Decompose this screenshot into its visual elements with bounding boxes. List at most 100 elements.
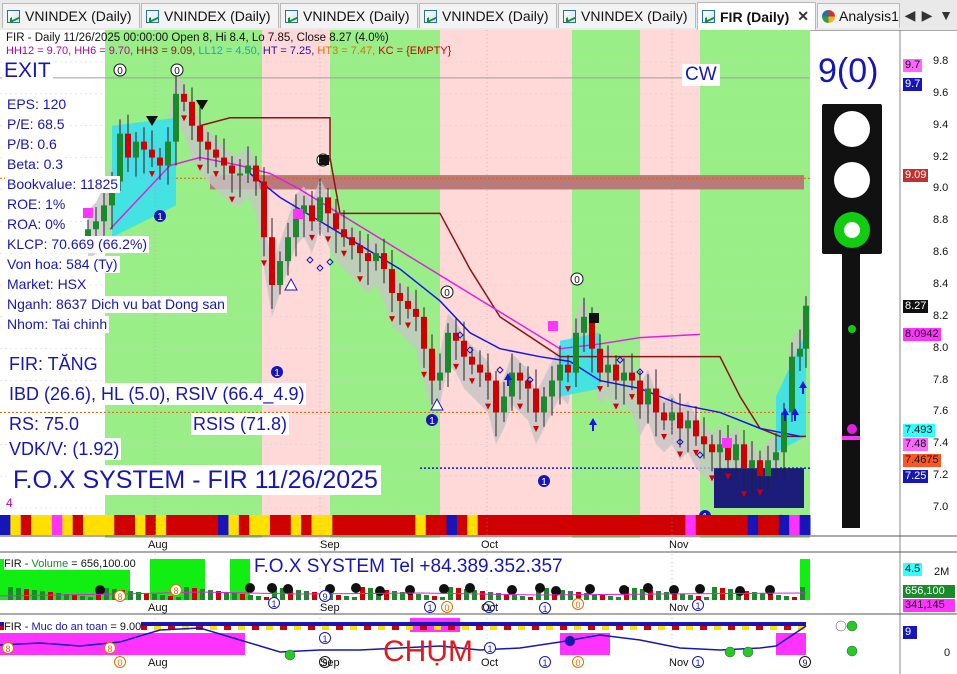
candle-body [149, 149, 155, 158]
strength-strip-cell [51, 515, 63, 535]
candle-body [549, 380, 555, 397]
strength-strip-cell [778, 515, 790, 535]
strength-strip-cell [0, 515, 11, 535]
volume-dot [351, 583, 361, 593]
fundamental-item: P/B: 0.6 [5, 136, 59, 153]
x-label-aug: Aug [148, 539, 168, 551]
candle-body [525, 380, 531, 389]
candle-body [709, 444, 715, 453]
volume-bar [264, 597, 269, 600]
safety-strip-cell [490, 626, 497, 630]
candle-body [573, 332, 579, 373]
volume-bar [168, 596, 173, 600]
safety-strip-cell [756, 626, 763, 630]
strength-strip-cell [114, 515, 126, 535]
candle-body [357, 245, 363, 254]
safety-strip-cell [224, 626, 231, 630]
strength-strip-cell [456, 515, 468, 535]
candle-body [757, 460, 763, 477]
volume-bar [312, 592, 317, 600]
traffic-light-bottom-core [844, 222, 860, 238]
fox-system-title: F.O.X SYSTEM - FIR 11/26/2025 [10, 465, 381, 495]
volume-bar [440, 597, 445, 600]
volume-dot [95, 585, 105, 595]
fox-system-tel: F.O.X SYSTEM Tel +84.389.352.357 [252, 556, 565, 578]
strength-strip-cell [654, 515, 666, 535]
candle-body [309, 205, 315, 222]
safety-magenta-block [230, 633, 245, 655]
volume-title-value: = 656,100.00 [68, 558, 136, 570]
candle-body [645, 388, 651, 405]
volume-bar [8, 587, 13, 600]
safety-marker-text: 1 [487, 644, 492, 654]
safety-marker-text: 1 [695, 658, 700, 668]
volume-dot [695, 584, 705, 594]
strength-strip-cell [581, 515, 593, 535]
strength-strip-cell [446, 515, 458, 535]
safety-strip-cell [770, 626, 777, 630]
volume-bar [72, 595, 77, 600]
signal-marker-text: 1 [541, 477, 547, 488]
candle-body [101, 205, 107, 222]
safety-tag: 9 [903, 626, 917, 639]
candle-body [157, 157, 163, 166]
strength-strip-cell [737, 515, 749, 535]
candle-body [613, 364, 619, 381]
pole-dot-magenta [847, 424, 857, 434]
rs-label: RS: 75.0 [7, 413, 82, 435]
price-axis-label: 9.6 [933, 86, 949, 99]
safety-strip-cell [308, 626, 315, 630]
volume-bar [48, 592, 53, 600]
volume-bar [656, 591, 661, 600]
strength-strip-cell [124, 515, 136, 535]
fundamental-item: Beta: 0.3 [5, 156, 66, 173]
safety-dot [742, 646, 754, 658]
volume-bar [160, 595, 165, 600]
strength-strip-cell [72, 515, 84, 535]
strength-strip-cell [332, 515, 344, 535]
volume-bar [24, 589, 29, 600]
candle-body [701, 436, 707, 445]
volume-bar [568, 591, 573, 600]
strength-strip-cell [706, 515, 718, 535]
volume-bar [80, 596, 85, 600]
volume-avg-tag: 341,145 [903, 599, 955, 612]
candle-body [381, 253, 387, 270]
candle-body [141, 141, 147, 150]
signal-marker-text: 0 [444, 288, 450, 299]
volume-dot [283, 584, 293, 594]
x-label-nov: Nov [669, 539, 689, 551]
safety-strip-cell [742, 626, 749, 630]
candle-body [581, 316, 587, 333]
volume-dot [439, 584, 449, 594]
pole-bar [842, 436, 860, 440]
volume-bar [512, 595, 517, 600]
safety-strip-cell [476, 626, 483, 630]
safety-strip-cell [434, 626, 441, 630]
safety-strip-cell [406, 626, 413, 630]
candle-body [693, 420, 699, 437]
volume-bar [248, 595, 253, 600]
safety-marker-text: 8 [107, 644, 112, 654]
level-item: HT3 = 7.47, [317, 45, 379, 57]
safe-x-label-nov: Nov [669, 657, 689, 669]
strength-strip-cell [591, 515, 603, 535]
vol-x-label-oct: Oct [481, 602, 499, 614]
safety-dot [846, 620, 858, 632]
safety-strip-cell [364, 626, 371, 630]
strength-strip-cell [425, 515, 437, 535]
strength-strip-cell [685, 515, 697, 535]
signal-marker-text: 1 [429, 416, 435, 427]
vdk-label: VDK/V: (1.92) [7, 438, 122, 460]
safety-strip-cell [602, 626, 609, 630]
volume-bar [424, 595, 429, 600]
volume-bar [680, 594, 685, 600]
magenta-square [548, 321, 558, 331]
fundamental-item: EPS: 120 [5, 96, 69, 113]
signal-marker-text: 0 [574, 275, 580, 286]
safety-strip-cell [532, 626, 539, 630]
volume-bar [232, 593, 237, 600]
candle-body [133, 141, 139, 158]
fundamental-item: Von hoa: 584 (Ty) [5, 256, 120, 273]
safety-strip-cell [322, 626, 329, 630]
